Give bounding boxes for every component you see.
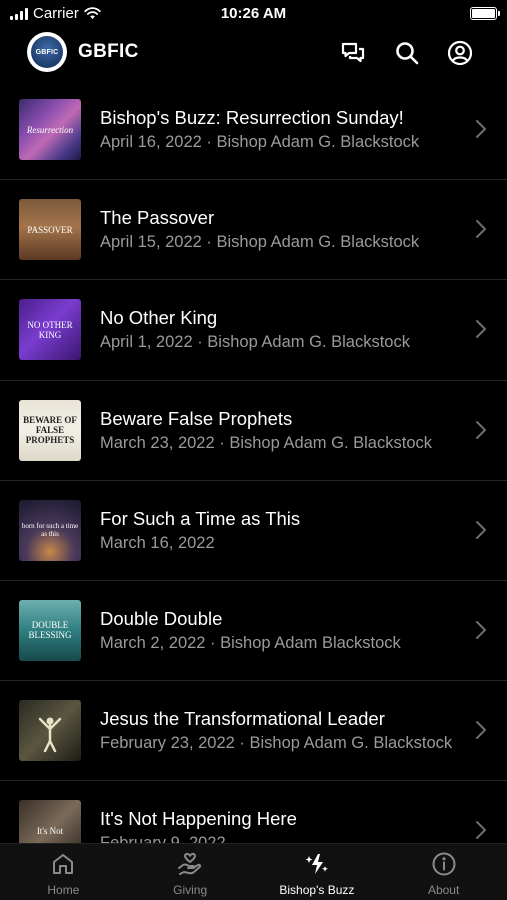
- item-thumbnail: born for such a time as this: [19, 499, 81, 561]
- tab-label: Home: [47, 883, 80, 897]
- thumbnail-text: DOUBLE BLESSING: [28, 620, 72, 641]
- list-item[interactable]: PASSOVER The Passover April 15, 2022 · B…: [0, 180, 507, 281]
- item-subtitle: March 2, 2022 · Bishop Adam Blackstock: [100, 633, 401, 652]
- chat-button[interactable]: [339, 39, 367, 67]
- sparkle-icon: [303, 850, 331, 878]
- chevron-right-icon: [475, 219, 487, 239]
- logo-text: GBFIC: [31, 36, 63, 68]
- account-button[interactable]: [446, 39, 474, 67]
- item-title: Jesus the Transformational Leader: [100, 708, 385, 730]
- item-title: Beware False Prophets: [100, 407, 293, 429]
- buzz-list[interactable]: Resurrection Bishop's Buzz: Resurrection…: [0, 80, 507, 843]
- thumbnail-text: BEWARE OF FALSE PROPHETS: [23, 415, 77, 446]
- item-thumbnail: BEWARE OF FALSE PROPHETS: [19, 399, 81, 461]
- item-subtitle: April 1, 2022 · Bishop Adam G. Blackstoc…: [100, 333, 410, 352]
- item-title: Double Double: [100, 607, 223, 629]
- item-title: Bishop's Buzz: Resurrection Sunday!: [100, 107, 404, 128]
- item-subtitle: April 16, 2022 · Bishop Adam G. Blacksto…: [100, 133, 420, 151]
- giving-icon: [176, 850, 204, 878]
- battery-icon: [470, 7, 500, 20]
- church-logo[interactable]: GBFIC: [27, 32, 67, 72]
- item-title: It's Not Happening Here: [100, 808, 297, 830]
- item-thumbnail: Resurrection: [19, 99, 81, 160]
- thumbnail-text: NO OTHER KING: [27, 319, 73, 340]
- leader-silhouette-icon: [38, 717, 62, 752]
- chevron-right-icon: [475, 620, 487, 640]
- item-subtitle: March 16, 2022: [100, 533, 215, 552]
- list-item[interactable]: born for such a time as this For Such a …: [0, 481, 507, 581]
- chevron-right-icon: [475, 319, 487, 339]
- item-thumbnail: DOUBLE BLESSING: [19, 599, 81, 661]
- list-item[interactable]: NO OTHER KING No Other King April 1, 202…: [0, 280, 507, 381]
- list-item[interactable]: Jesus the Transformational Leader Februa…: [0, 681, 507, 782]
- tab-about[interactable]: About: [380, 844, 507, 900]
- chat-icon: [341, 42, 365, 63]
- item-subtitle: March 23, 2022 · Bishop Adam G. Blacksto…: [100, 433, 432, 452]
- tab-label: Giving: [173, 883, 208, 897]
- list-item[interactable]: It's Not It's Not Happening Here Februar…: [0, 781, 507, 843]
- list-item[interactable]: BEWARE OF FALSE PROPHETS Beware False Pr…: [0, 381, 507, 481]
- item-title: The Passover: [100, 207, 215, 229]
- chevron-right-icon: [475, 420, 487, 440]
- home-icon: [49, 850, 77, 878]
- info-icon: [430, 850, 458, 878]
- chevron-right-icon: [475, 720, 487, 740]
- thumbnail-text: It's Not: [36, 825, 64, 836]
- clock: 10:26 AM: [220, 5, 287, 22]
- item-subtitle: February 9, 2022: [100, 833, 460, 843]
- chevron-right-icon: [475, 119, 487, 139]
- search-icon: [396, 42, 419, 65]
- search-button[interactable]: [393, 39, 421, 67]
- app-title: GBFIC: [78, 41, 139, 62]
- tab-bishops-buzz[interactable]: Bishop's Buzz: [254, 844, 381, 900]
- chevron-right-icon: [475, 820, 487, 840]
- thumbnail-text: born for such a time as this: [21, 522, 79, 539]
- list-item[interactable]: Resurrection Bishop's Buzz: Resurrection…: [0, 80, 507, 181]
- account-icon: [447, 40, 473, 66]
- item-thumbnail: It's Not: [19, 800, 81, 843]
- status-bar: Carrier 10:26 AM: [0, 0, 507, 30]
- tab-home[interactable]: Home: [0, 844, 127, 900]
- item-title: For Such a Time as This: [100, 507, 301, 529]
- app-screen: Carrier 10:26 AM GBFIC GBFIC Resurrectio…: [0, 0, 507, 900]
- item-thumbnail: PASSOVER: [19, 199, 81, 261]
- item-thumbnail: NO OTHER KING: [19, 299, 81, 361]
- list-item[interactable]: DOUBLE BLESSING Double Double March 2, 2…: [0, 581, 507, 682]
- tab-bar: Home Giving Bishop's Buzz About: [0, 843, 507, 900]
- thumbnail-text: PASSOVER: [27, 224, 73, 235]
- chevron-right-icon: [475, 520, 487, 540]
- thumbnail-text: Resurrection: [26, 124, 74, 135]
- tab-label: About: [427, 883, 460, 897]
- item-subtitle: April 15, 2022 · Bishop Adam G. Blacksto…: [100, 233, 420, 252]
- tab-label: Bishop's Buzz: [279, 883, 355, 897]
- item-title: No Other King: [100, 307, 218, 329]
- item-subtitle: February 23, 2022 · Bishop Adam G. Black…: [100, 734, 453, 753]
- tab-giving[interactable]: Giving: [127, 844, 254, 900]
- item-thumbnail: [19, 700, 81, 762]
